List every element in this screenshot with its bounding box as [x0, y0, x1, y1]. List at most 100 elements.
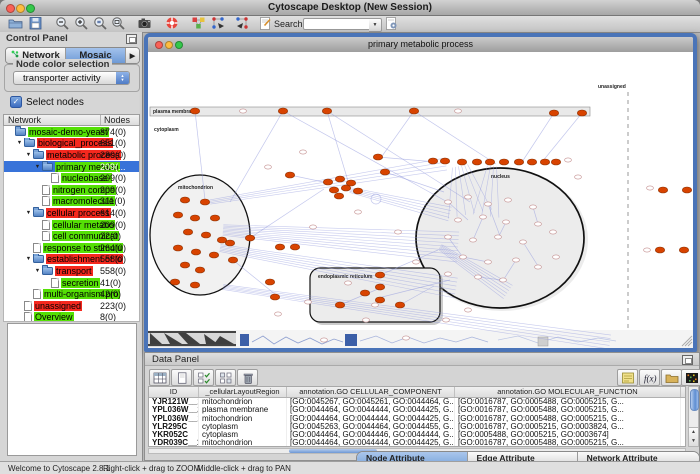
- network-node[interactable]: [335, 302, 344, 308]
- network-node[interactable]: [201, 232, 210, 238]
- network-node-small[interactable]: [485, 260, 492, 264]
- birds-eye-view[interactable]: [7, 323, 137, 456]
- table-cell[interactable]: YPL036W__2: [149, 406, 199, 414]
- float-data-panel-icon[interactable]: [682, 355, 693, 365]
- expand-arrow-icon[interactable]: ▼: [24, 152, 33, 158]
- network-node-small[interactable]: [445, 200, 452, 204]
- network-node-small[interactable]: [460, 255, 467, 259]
- network-node-small[interactable]: [647, 186, 654, 190]
- tab-overflow-arrow[interactable]: ▶: [126, 48, 139, 63]
- table-cell[interactable]: [GO:0045267, GO:0045261, GO:0044464, G..…: [287, 398, 455, 406]
- table-cell[interactable]: cytoplasm: [199, 431, 287, 439]
- tree-item[interactable]: response to stimulu264(0): [4, 242, 139, 254]
- table-cell[interactable]: YKR052C: [149, 431, 199, 439]
- network-node-small[interactable]: [503, 220, 510, 224]
- scrollbar-arrows[interactable]: ▲▼: [689, 427, 698, 446]
- network-node[interactable]: [173, 245, 182, 251]
- network-node-small[interactable]: [535, 222, 542, 226]
- network-node[interactable]: [170, 279, 179, 285]
- network-node-small[interactable]: [305, 300, 312, 304]
- network-node[interactable]: [225, 240, 234, 246]
- network-node[interactable]: [334, 193, 343, 199]
- table-cell[interactable]: YJR121W__1: [149, 398, 199, 406]
- network-node-small[interactable]: [455, 109, 462, 113]
- network-node-small[interactable]: [321, 338, 328, 342]
- network-node[interactable]: [195, 267, 204, 273]
- notes-icon[interactable]: [617, 369, 638, 386]
- network-node-small[interactable]: [300, 150, 307, 154]
- network-node-small[interactable]: [495, 235, 502, 239]
- table-vertical-scrollbar[interactable]: ▲▼: [688, 386, 699, 447]
- node-color-dropdown[interactable]: transporter activity ▲▼: [13, 71, 130, 85]
- network-node[interactable]: [323, 179, 332, 185]
- network-node[interactable]: [409, 108, 418, 114]
- network-node[interactable]: [682, 187, 691, 193]
- zoom-selected-icon[interactable]: [93, 16, 109, 32]
- tree-item[interactable]: nitrogen compo209(0): [4, 184, 139, 196]
- network-node[interactable]: [183, 229, 192, 235]
- network-node-small[interactable]: [520, 240, 527, 244]
- network-node[interactable]: [270, 294, 279, 300]
- network-node[interactable]: [329, 187, 338, 193]
- network-node[interactable]: [655, 247, 664, 253]
- network-node[interactable]: [341, 185, 350, 191]
- table-cell[interactable]: [GO:0016787, GO:0005215, GO:0003824, G..…: [455, 423, 681, 431]
- table-cell[interactable]: YPL036W__1: [149, 415, 199, 423]
- preferences-icon[interactable]: [384, 16, 400, 32]
- network-node[interactable]: [210, 215, 219, 221]
- table-cell[interactable]: [GO:0016787, GO:0005488, GO:0005215, G..…: [455, 406, 681, 414]
- expand-arrow-icon[interactable]: ▼: [15, 140, 24, 146]
- network-node[interactable]: [209, 252, 218, 258]
- select-nodes-checkbox[interactable]: ✓: [10, 96, 22, 108]
- network-node[interactable]: [658, 187, 667, 193]
- snapshot-icon[interactable]: [137, 16, 153, 32]
- table-row[interactable]: YJR121W__1mitochondrion[GO:0045267, GO:0…: [149, 398, 685, 406]
- search-input[interactable]: [303, 18, 371, 30]
- tree-item[interactable]: ▼primary metabo209(...: [4, 161, 139, 173]
- table-row[interactable]: YPL036W__1mitochondrion[GO:0044464, GO:0…: [149, 415, 685, 423]
- tree-item[interactable]: secretion41(0): [4, 277, 139, 289]
- network-node[interactable]: [173, 212, 182, 218]
- table-cell[interactable]: [GO:0005488, GO:0005215, GO:0003674]: [455, 431, 681, 439]
- scrollbar-thumb[interactable]: [690, 389, 699, 411]
- network-node[interactable]: [228, 257, 237, 263]
- table-row[interactable]: YLR295Ccytoplasm[GO:0045263, GO:0044464,…: [149, 423, 685, 431]
- tree-item[interactable]: ▼biological_process651(0): [4, 138, 139, 150]
- table-cell[interactable]: YLR295C: [149, 423, 199, 431]
- network-node[interactable]: [375, 272, 384, 278]
- network-node[interactable]: [290, 244, 299, 250]
- tree-item[interactable]: ▼establishment of lo558(0): [4, 254, 139, 266]
- table-cell[interactable]: [GO:0044464, GO:0044444, GO:0044425, G..…: [287, 415, 455, 423]
- network-node-small[interactable]: [275, 312, 282, 316]
- network-node[interactable]: [540, 159, 549, 165]
- unselect-attributes-icon[interactable]: [215, 369, 236, 386]
- expand-arrow-icon[interactable]: ▼: [24, 256, 33, 262]
- table-cell[interactable]: [GO:0044464, GO:0044444, GO:0044425, G..…: [287, 439, 455, 447]
- network-node[interactable]: [457, 159, 466, 165]
- tree-header-nodes[interactable]: Nodes: [100, 115, 130, 125]
- destroy-view-icon[interactable]: [235, 16, 251, 32]
- network-node-small[interactable]: [443, 318, 450, 322]
- open-icon[interactable]: [8, 16, 24, 32]
- table-cell[interactable]: plasma membrane: [199, 406, 287, 414]
- tree-item[interactable]: unassigned223(0): [4, 300, 139, 312]
- network-node-small[interactable]: [530, 205, 537, 209]
- network-view-titlebar[interactable]: primary metabolic process: [148, 37, 693, 53]
- network-node[interactable]: [360, 290, 369, 296]
- table-cell[interactable]: [GO:0016787, GO:0005488, GO:0005215, G..…: [455, 415, 681, 423]
- network-node-small[interactable]: [445, 235, 452, 239]
- network-node[interactable]: [499, 159, 508, 165]
- network-node-small[interactable]: [475, 275, 482, 279]
- network-node-small[interactable]: [345, 281, 352, 285]
- table-cell[interactable]: mitochondrion: [199, 398, 287, 406]
- tree-item[interactable]: ▼metabolic process280(0): [4, 149, 139, 161]
- network-node[interactable]: [322, 108, 331, 114]
- network-node-small[interactable]: [644, 248, 651, 252]
- formula-icon[interactable]: f(x): [639, 369, 660, 386]
- tree-item[interactable]: multi-organism pro42(0): [4, 288, 139, 300]
- network-node-small[interactable]: [513, 258, 520, 262]
- network-node-small[interactable]: [485, 202, 492, 206]
- network-node[interactable]: [514, 159, 523, 165]
- import-folder-icon[interactable]: [661, 369, 682, 386]
- network-node-small[interactable]: [265, 165, 272, 169]
